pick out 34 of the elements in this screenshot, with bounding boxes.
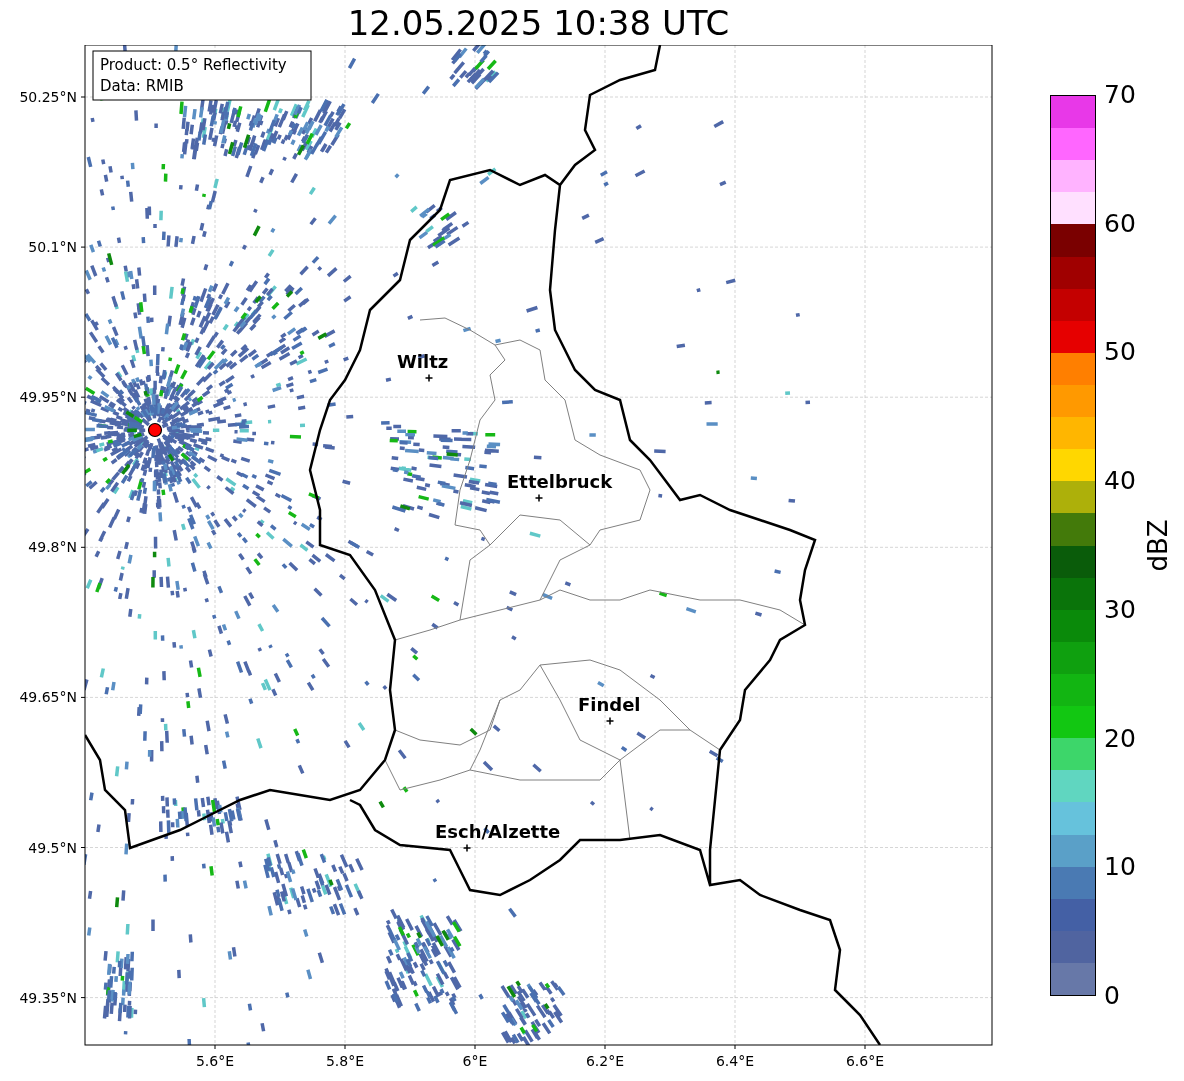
y-tick-label: 50.25°N: [19, 89, 77, 105]
x-tick-label: 6.6°E: [845, 1053, 885, 1069]
city-marker: [605, 716, 615, 726]
legend-text: Data: RMIB: [100, 77, 184, 95]
city-label: Ettelbruck: [507, 471, 613, 492]
x-tick-label: 6.2°E: [585, 1053, 625, 1069]
x-tick-label: 6.4°E: [715, 1053, 755, 1069]
colorbar-tick-label: 40: [1104, 466, 1136, 497]
city-marker: [462, 843, 472, 853]
y-tick-label: 49.35°N: [19, 989, 77, 1006]
colorbar-tick-label: 60: [1104, 208, 1136, 239]
x-tick-label: 6°E: [462, 1053, 488, 1069]
chart-title: 12.05.2025 10:38 UTC: [347, 2, 730, 45]
radar-site-dot: [147, 422, 163, 438]
city-label: Findel: [578, 694, 641, 715]
city-label: Esch/Alzette: [435, 821, 561, 842]
y-tick-label: 50.1°N: [28, 239, 77, 256]
colorbar-tick-label: 30: [1104, 594, 1136, 625]
colorbar-tick-label: 50: [1104, 337, 1136, 368]
y-tick-label: 49.8°N: [28, 539, 77, 556]
y-tick-label: 49.5°N: [28, 839, 77, 856]
x-tick-label: 5.8°E: [325, 1053, 365, 1069]
colorbar-label: dBZ: [1141, 519, 1174, 572]
colorbar-tick-label: 70: [1104, 80, 1136, 110]
x-tick-label: 5.6°E: [195, 1053, 235, 1069]
colorbar-tick-label: 0: [1104, 980, 1121, 1011]
city-marker: [534, 493, 544, 503]
colorbar-tick-label: 10: [1104, 852, 1136, 883]
y-tick-label: 49.95°N: [19, 389, 77, 406]
y-tick-label: 49.65°N: [19, 689, 77, 706]
city-marker: [424, 373, 434, 383]
legend-text: Product: 0.5° Reflectivity: [100, 56, 287, 74]
city-label: Wiltz: [397, 351, 449, 372]
colorbar-tick-label: 20: [1104, 723, 1136, 754]
